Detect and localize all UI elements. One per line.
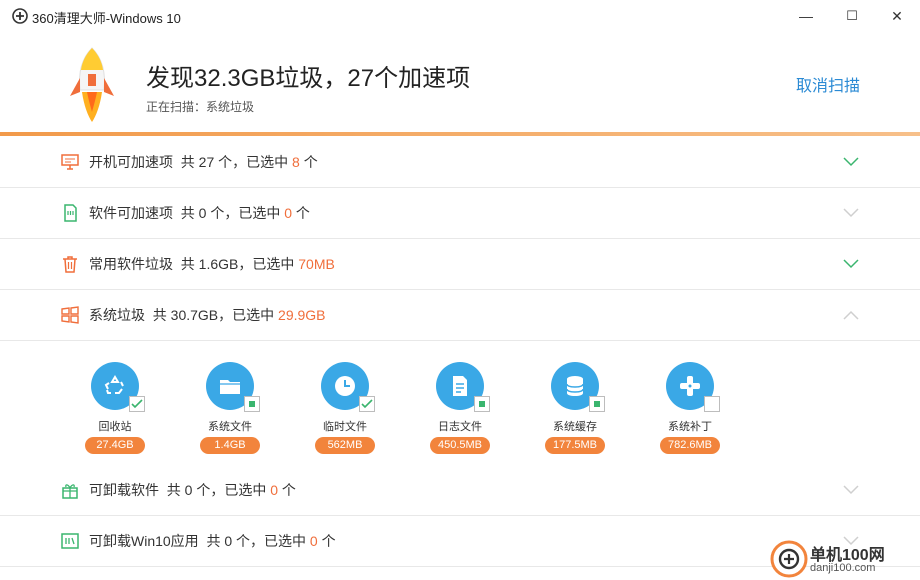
windows-icon [61,306,79,324]
category-label: 可卸载软件 共 0 个，已选中 0 个 [89,480,296,500]
category-label: 系统垃圾 共 30.7GB，已选中 29.9GB [89,305,326,325]
category-unit: 个 [299,154,318,170]
item-name: 临时文件 [323,421,367,433]
clock-icon [335,376,355,396]
item-name: 系统补丁 [668,421,712,433]
watermark: 单机100网 danji100.com [770,538,920,580]
junk-item[interactable]: 系统补丁 782.6MB [640,360,740,464]
category-label: 开机可加速项 共 27 个，已选中 8 个 [89,152,318,172]
watermark-logo-icon [770,540,808,578]
category-summary: 共 0 个，已选中 [173,205,285,221]
app-logo-icon [12,8,28,24]
system-junk-items: 回收站 27.4GB 系统文件 1.4GB 临时文件 562MB 日志文件 450.5MB 系统… [0,352,920,464]
item-size-badge: 1.4GB [200,437,260,454]
item-checkbox[interactable] [474,396,490,412]
category-summary: 共 0 个，已选中 [159,482,271,498]
category-name: 系统垃圾 [89,307,145,323]
category-summary: 共 0 个，已选中 [198,533,310,549]
junk-item[interactable]: 系统缓存 177.5MB [525,360,625,464]
item-name: 回收站 [98,421,132,433]
category-unit: 个 [317,533,336,549]
category-label: 常用软件垃圾 共 1.6GB，已选中 70MB [89,254,335,274]
category-summary: 共 27 个，已选中 [173,154,293,170]
document-icon [453,376,467,396]
database-icon [566,376,584,396]
monitor-icon [61,154,79,170]
window-title: 360清理大师-Windows 10 [32,11,181,26]
gift-icon [62,484,78,499]
close-button[interactable]: ✕ [883,4,911,28]
category-row[interactable]: 开机可加速项 共 27 个，已选中 8 个 [0,136,920,188]
item-checkbox[interactable] [359,396,375,412]
category-summary: 共 30.7GB，已选中 [145,307,279,323]
chevron-down-icon[interactable] [842,482,860,496]
junk-item[interactable]: 回收站 27.4GB [65,360,165,464]
category-unit: 个 [292,205,310,221]
junk-item[interactable]: 日志文件 450.5MB [410,360,510,464]
item-size-badge: 782.6MB [660,437,720,454]
category-row[interactable]: 可卸载软件 共 0 个，已选中 0 个 [0,464,920,516]
category-selected: 0 [309,533,318,549]
item-size-badge: 177.5MB [545,437,605,454]
category-name: 可卸载Win10应用 [89,533,199,549]
chevron-down-icon[interactable] [842,154,860,168]
item-checkbox[interactable] [589,396,605,412]
scan-header: 发现32.3GB垃圾，27个加速项 正在扫描：系统垃圾 取消扫描 [0,32,920,132]
item-size-badge: 562MB [315,437,375,454]
chevron-down-icon[interactable] [842,205,860,219]
patch-icon [680,376,700,396]
rocket-icon [70,47,114,122]
chevron-up-icon[interactable] [842,307,860,321]
item-checkbox[interactable] [129,396,145,412]
item-name: 日志文件 [438,421,482,433]
item-name: 系统缓存 [553,421,597,433]
category-row[interactable]: 软件可加速项 共 0 个，已选中 0 个 [0,187,920,239]
category-row[interactable]: 常用软件垃圾 共 1.6GB，已选中 70MB [0,238,920,290]
item-checkbox[interactable] [244,396,260,412]
category-selected: 0 [270,482,279,498]
category-name: 可卸载软件 [89,482,159,498]
category-name: 开机可加速项 [89,154,173,170]
junk-item[interactable]: 临时文件 562MB [295,360,395,464]
category-selected: 0 [284,205,293,221]
category-row[interactable]: 系统垃圾 共 30.7GB，已选中 29.9GB [0,289,920,341]
item-name: 系统文件 [208,421,252,433]
sd-card-icon [64,204,77,222]
category-selected: 70MB [298,256,335,272]
category-name: 软件可加速项 [89,205,173,221]
category-selected: 29.9GB [278,307,326,323]
trash-icon [63,256,77,273]
category-name: 常用软件垃圾 [89,256,173,272]
item-size-badge: 27.4GB [85,437,145,454]
category-unit: 个 [278,482,296,498]
scan-status: 正在扫描：系统垃圾 [146,100,255,114]
cancel-scan-button[interactable]: 取消扫描 [796,72,860,96]
folder-icon [220,380,240,394]
item-checkbox[interactable] [704,396,720,412]
recycle-icon [104,375,124,394]
category-selected: 8 [292,154,300,170]
scan-headline: 发现32.3GB垃圾，27个加速项 [146,65,471,92]
category-summary: 共 1.6GB，已选中 [173,256,299,272]
watermark-url: danji100.com [810,562,876,574]
minimize-button[interactable]: — [792,4,820,28]
junk-item[interactable]: 系统文件 1.4GB [180,360,280,464]
title-bar: 360清理大师-Windows 10 — ☐ ✕ [0,0,920,32]
category-label: 软件可加速项 共 0 个，已选中 0 个 [89,203,310,223]
category-label: 可卸载Win10应用 共 0 个，已选中 0 个 [89,531,336,551]
win10-app-icon [61,533,79,549]
chevron-down-icon[interactable] [842,256,860,270]
maximize-button[interactable]: ☐ [838,4,866,28]
item-size-badge: 450.5MB [430,437,490,454]
